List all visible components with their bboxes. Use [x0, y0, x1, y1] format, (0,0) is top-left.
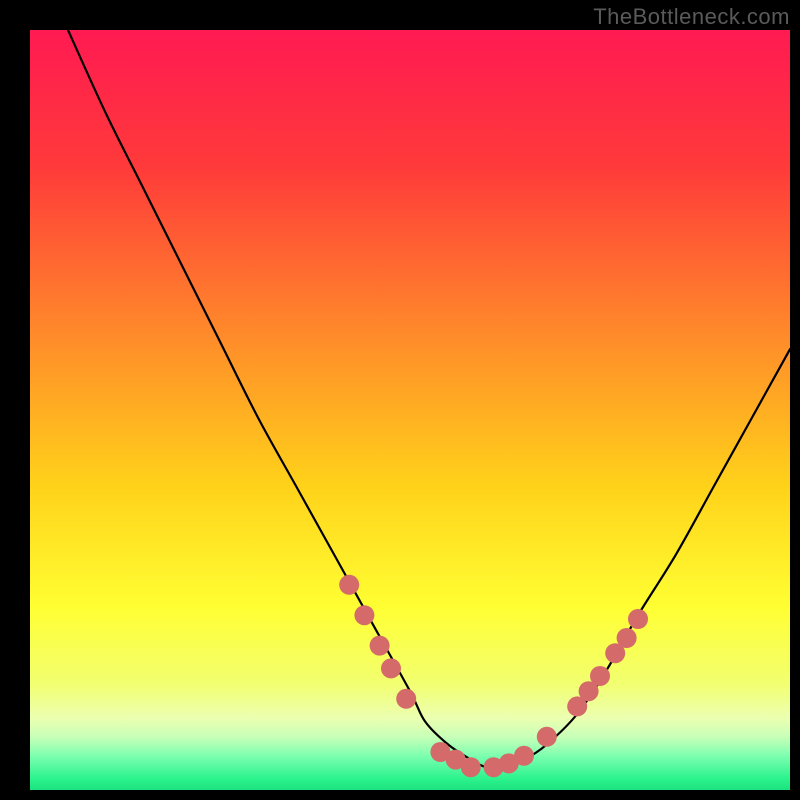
highlight-dot: [590, 666, 610, 686]
highlight-dot: [537, 727, 557, 747]
highlight-dot: [617, 628, 637, 648]
highlight-dot: [396, 689, 416, 709]
chart-frame: TheBottleneck.com: [0, 0, 800, 800]
highlight-dot: [354, 605, 374, 625]
highlight-dot: [514, 746, 534, 766]
highlight-dot: [370, 636, 390, 656]
highlight-dot: [628, 609, 648, 629]
highlight-dot: [461, 757, 481, 777]
highlight-dot: [381, 658, 401, 678]
gradient-background: [30, 30, 790, 790]
highlight-dot: [339, 575, 359, 595]
watermark-text: TheBottleneck.com: [593, 4, 790, 30]
chart-svg: [0, 0, 800, 800]
